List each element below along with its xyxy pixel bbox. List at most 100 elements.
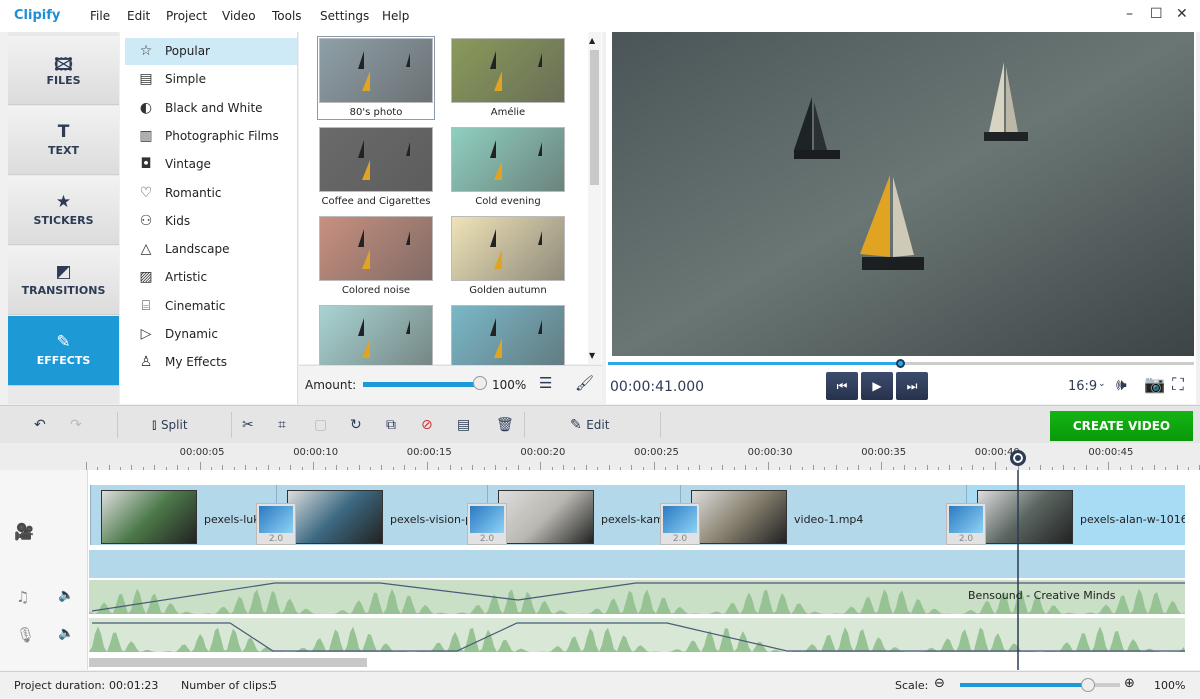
hide-icon[interactable]: ⊘ [421,417,433,433]
menu-help[interactable]: Help [382,9,409,23]
stabilize-icon[interactable]: ▢ [314,417,327,433]
next-button[interactable]: ⏭ [896,372,928,400]
effect-thumbnail[interactable] [319,305,433,374]
category-label: Vintage [165,157,211,172]
category-popular[interactable]: ☆ Popular [125,38,297,65]
effect-thumbnail[interactable]: Cold evening [451,127,565,207]
effect-thumbnail[interactable] [451,305,565,374]
menu-tools[interactable]: Tools [272,9,302,23]
category-label: Black and White [165,100,263,115]
ruler-tick-label: 00:00:15 [406,447,452,458]
scroll-up-icon[interactable]: ▲ [589,36,595,45]
resize-icon[interactable]: ⧉ [386,417,396,433]
close-button[interactable]: ✕ [1176,6,1188,22]
effect-preview-image [319,305,433,370]
clips-value: 5 [270,679,277,692]
effect-preview-image [451,305,565,370]
add-clip-icon[interactable]: ▤ [457,417,470,433]
category-landscape[interactable]: △ Landscape [125,236,297,263]
effects-scrollbar[interactable]: ▲ ▼ [588,32,601,364]
tab-label: TRANSITIONS [21,284,106,297]
undo-icon[interactable]: ↶ [34,417,46,433]
category-artistic[interactable]: ▨ Artistic [125,264,297,291]
tab-stickers[interactable]: ★ STICKERS [8,176,119,245]
category-black-and-white[interactable]: ◐ Black and White [125,95,297,122]
amount-label: Amount: [305,378,357,392]
adjust-icon[interactable]: ☰ [539,374,552,392]
effect-preview-image [451,216,565,281]
category-simple[interactable]: ▤ Simple [125,66,297,93]
menu-settings[interactable]: Settings [320,9,369,23]
snapshot-icon[interactable]: 📷 [1144,375,1165,395]
category-label: Kids [165,213,191,228]
chevron-down-icon[interactable]: ⌄ [1098,379,1106,389]
tab-transitions[interactable]: ◩ TRANSITIONS [8,246,119,315]
amount-slider[interactable] [363,382,483,387]
tab-effects[interactable]: ✎ EFFECTS [8,316,119,386]
category-dynamic[interactable]: ▷ Dynamic [125,321,297,348]
effect-preview-image [451,38,565,103]
previous-button[interactable]: ⏮ [826,372,858,400]
category-label: Photographic Films [165,128,279,143]
category-icon: ☆ [139,43,153,59]
playback-progress[interactable] [608,362,901,365]
menu-edit[interactable]: Edit [127,9,150,23]
effect-thumbnail[interactable]: Colored noise [319,216,433,296]
effect-thumbnail[interactable]: Golden autumn [451,216,565,296]
split-button[interactable]: ⫾ Split [152,417,188,433]
redo-icon[interactable]: ↷ [70,417,82,433]
scale-slider[interactable] [960,683,1120,687]
scale-slider-handle[interactable] [1081,678,1095,692]
video-preview[interactable] [612,32,1194,356]
maximize-button[interactable]: ☐ [1150,6,1163,22]
category-photographic-films[interactable]: ▥ Photographic Films [125,123,297,150]
effects-grid: 80's photo Amélie Coffee and Cigarettes Col… [299,32,602,370]
create-video-button[interactable]: CREATE VIDEO [1050,411,1193,441]
effect-thumbnail[interactable]: Amélie [451,38,565,118]
aspect-ratio-select[interactable]: 16:9 [1068,379,1097,394]
menu-file[interactable]: File [90,9,110,23]
timeline-scrollbar[interactable] [89,658,367,667]
category-my-effects[interactable]: ♙ My Effects [125,349,297,376]
playhead-handle[interactable] [1010,450,1026,466]
playback-handle[interactable] [896,359,905,368]
effect-thumbnail[interactable]: Coffee and Cigarettes [319,127,433,207]
category-icon: ⌸ [141,297,151,314]
ruler-tick-label: 00:00:30 [747,447,793,458]
ruler-tick-label: 00:00:25 [634,447,679,458]
brush-icon[interactable]: 🖌 [575,374,594,392]
category-label: Cinematic [165,298,226,313]
zoom-out-icon[interactable]: ⊖ [934,676,945,691]
tab-files[interactable]: 🖾 FILES [8,36,119,105]
amount-value: 100% [492,378,527,392]
ruler-tick-label: 00:00:05 [179,447,225,458]
image-icon: 🖾 [54,55,73,75]
edit-button[interactable]: ✎ Edit [570,417,609,433]
volume-icon[interactable]: 🕪 [1116,375,1127,395]
menu-project[interactable]: Project [166,9,207,23]
menu-video[interactable]: Video [222,9,256,23]
delete-icon[interactable]: 🗑 [496,417,514,433]
minimize-button[interactable]: – [1126,6,1133,22]
app-logo: Clipify [14,8,61,23]
category-cinematic[interactable]: ⌸ Cinematic [125,293,297,320]
category-romantic[interactable]: ♡ Romantic [125,180,297,207]
category-icon: ▷ [140,326,152,342]
zoom-in-icon[interactable]: ⊕ [1124,676,1135,691]
effect-thumbnail[interactable]: 80's photo [317,36,435,120]
play-button[interactable]: ▶ [861,372,893,400]
category-label: Simple [165,72,206,87]
category-kids[interactable]: ⚇ Kids [125,208,297,235]
video-frame [612,32,1194,356]
tab-text[interactable]: T TEXT [8,106,119,175]
category-icon: ♡ [139,184,153,201]
cut-icon[interactable]: ✂ [242,417,254,433]
category-vintage[interactable]: ◘ Vintage [125,151,297,178]
amount-slider-handle[interactable] [473,376,487,390]
scroll-down-icon[interactable]: ▼ [589,351,595,360]
rotate-icon[interactable]: ↻ [350,417,362,433]
fullscreen-icon[interactable]: ⛶ [1172,375,1184,395]
category-icon: ▥ [139,127,153,144]
star-icon: ★ [55,192,72,212]
crop-icon[interactable]: ⌗ [278,417,286,433]
